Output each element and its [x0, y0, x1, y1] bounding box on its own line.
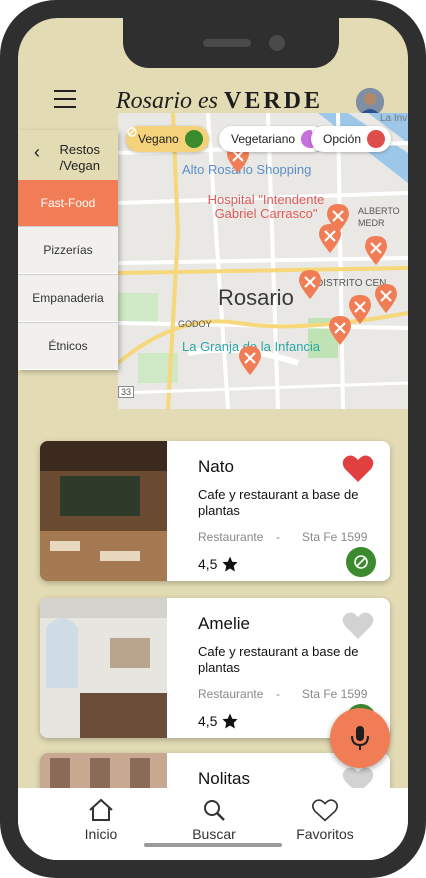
brand-script: Rosario es: [116, 88, 218, 114]
restaurant-type: Restaurante: [198, 530, 264, 544]
vegan-leaf-icon: [127, 127, 203, 148]
sidebar-title-line2: /Vegan: [59, 158, 101, 173]
map-label-city: Rosario: [218, 285, 294, 310]
tab-inicio[interactable]: Inicio: [56, 798, 146, 842]
device-notch: [123, 18, 339, 68]
filter-vegano[interactable]: Vegano: [126, 126, 209, 152]
restaurant-pin-icon[interactable]: [317, 222, 343, 254]
restaurant-card-nato[interactable]: Nato Cafe y restaurant a base de plantas…: [40, 441, 390, 581]
map-label-inv: La Inv: [380, 113, 408, 124]
back-chevron-icon[interactable]: ‹: [34, 142, 40, 163]
sidebar-item-pizzerias[interactable]: Pizzerías: [18, 226, 118, 273]
rating-value: 4,5: [198, 556, 218, 572]
map-label-medr: MEDR: [358, 218, 385, 228]
restaurant-pin-icon[interactable]: [237, 344, 263, 376]
restaurant-description: Cafe y restaurant a base de plantas: [198, 644, 359, 675]
bottom-tab-bar: Inicio Buscar Favoritos: [18, 788, 408, 860]
front-camera: [269, 35, 285, 51]
heart-icon: [312, 799, 338, 822]
restaurant-map[interactable]: Alto Rosario Shopping Hospital "Intenden…: [118, 113, 408, 409]
speaker: [203, 39, 251, 47]
restaurant-photo: [40, 441, 167, 581]
restaurant-type: Restaurante: [198, 687, 264, 701]
brand-bold: VERDE: [224, 88, 324, 114]
restaurant-description: Cafe y restaurant a base de plantas: [198, 487, 359, 518]
brand-logo: Rosario es VERDE: [116, 88, 323, 115]
tab-label: Favoritos: [296, 826, 354, 842]
sidebar-header: ‹ Restos /Vegan: [18, 130, 118, 180]
favorite-heart-icon[interactable]: [342, 610, 374, 640]
search-icon: [204, 800, 225, 821]
sidebar-title: Restos /Vegan: [60, 142, 101, 174]
restaurant-pin-icon[interactable]: [373, 282, 399, 314]
tab-buscar[interactable]: Buscar: [169, 798, 259, 842]
category-sidebar: ‹ Restos /Vegan Fast-Food Pizzerías Empa…: [18, 130, 118, 370]
home-indicator: [144, 843, 282, 847]
home-icon: [89, 798, 113, 821]
restaurant-rating: 4,5: [198, 555, 239, 573]
restaurant-name: Amelie: [198, 614, 250, 633]
restaurant-name: Nolitas: [198, 769, 250, 788]
star-icon: [222, 713, 238, 729]
restaurant-pin-icon[interactable]: [297, 268, 323, 300]
option-heart-icon: [311, 127, 386, 148]
filter-label: Vegetariano: [231, 132, 296, 146]
favorite-heart-icon[interactable]: [342, 453, 374, 483]
filter-vegetariano[interactable]: Vegetariano: [219, 126, 326, 152]
map-label-godoy: GODOY: [178, 319, 212, 329]
restaurant-pin-icon[interactable]: [327, 314, 353, 346]
sidebar-title-line1: Restos: [59, 142, 100, 157]
sidebar-item-empanaderia[interactable]: Empanaderia: [18, 274, 118, 321]
tab-label: Buscar: [192, 826, 236, 842]
restaurant-name: Nato: [198, 457, 234, 476]
filter-opcion[interactable]: Opción: [311, 126, 392, 152]
vegan-badge-icon: [346, 547, 376, 577]
star-icon: [222, 556, 238, 572]
phone-frame: Rosario es VERDE Alto Rosario Shopping H…: [0, 0, 426, 878]
tab-favoritos[interactable]: Favoritos: [280, 798, 370, 842]
tab-label: Inicio: [84, 826, 118, 842]
separator: -: [276, 530, 280, 544]
restaurant-address: Sta Fe 1599: [302, 687, 368, 701]
app-screen: Rosario es VERDE Alto Rosario Shopping H…: [18, 18, 408, 860]
user-avatar[interactable]: [356, 88, 384, 116]
restaurant-photo: [40, 598, 167, 738]
hamburger-menu-icon[interactable]: [54, 90, 76, 108]
map-route-sign: 33: [118, 386, 135, 398]
separator: -: [276, 687, 280, 701]
restaurant-pin-icon[interactable]: [363, 234, 389, 266]
map-label-hospital: Hospital "Intendente Gabriel Carrasco": [207, 192, 325, 221]
rating-value: 4,5: [198, 713, 218, 729]
sidebar-item-fast-food[interactable]: Fast-Food: [18, 180, 118, 226]
voice-search-button[interactable]: [330, 708, 390, 768]
sidebar-item-etnicos[interactable]: Étnicos: [18, 322, 118, 369]
filter-label: Opción: [323, 132, 362, 146]
microphone-icon: [351, 726, 369, 750]
map-label-alberto: ALBERTO: [358, 206, 400, 216]
restaurant-rating: 4,5: [198, 712, 239, 730]
filter-label: Vegano: [138, 132, 179, 146]
restaurant-address: Sta Fe 1599: [302, 530, 368, 544]
